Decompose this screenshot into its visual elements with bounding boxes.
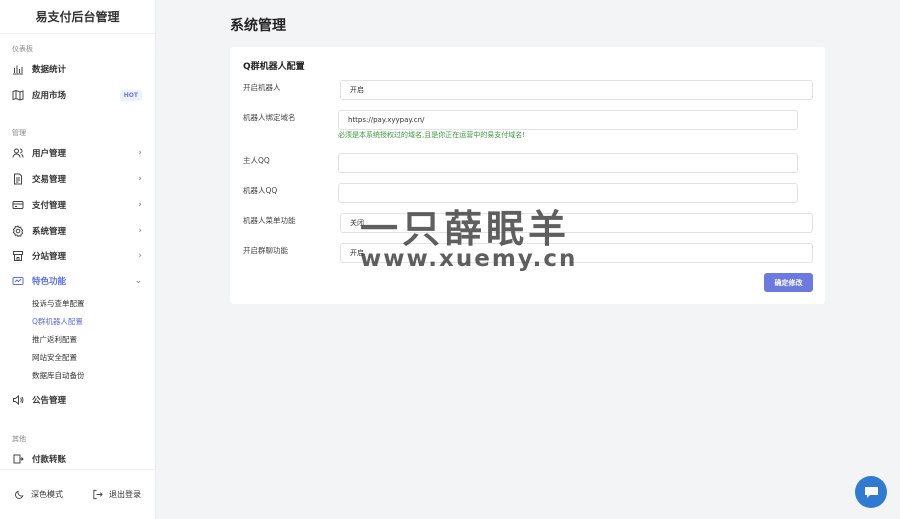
submenu-item-rebate[interactable]: 推广返利配置 bbox=[32, 334, 77, 345]
sidebar-item-special[interactable]: 特色功能 ⌄ bbox=[0, 270, 156, 292]
sidebar-item-label: 分站管理 bbox=[32, 252, 67, 262]
sidebar-item-label: 支付管理 bbox=[32, 201, 67, 211]
feature-icon bbox=[12, 275, 24, 287]
sidebar: 易支付后台管理 仪表板 数据统计 应用市场 HOT 管理 用户管理 › 交易管理… bbox=[0, 0, 156, 519]
moon-icon bbox=[15, 490, 24, 499]
chevron-right-icon: › bbox=[138, 226, 142, 236]
enable-bot-label: 开启机器人 bbox=[243, 83, 281, 92]
sidebar-item-stats[interactable]: 数据统计 bbox=[0, 58, 156, 80]
chat-button[interactable] bbox=[855, 476, 887, 508]
sidebar-item-label: 付款转账 bbox=[32, 455, 67, 465]
group-chat-label: 开启群聊功能 bbox=[243, 246, 288, 255]
bot-menu-label: 机器人菜单功能 bbox=[243, 216, 296, 225]
domain-hint: 必须是本系统授权过的域名,且是你正在运营中的易支付域名! bbox=[338, 131, 526, 139]
submit-button[interactable]: 确定修改 bbox=[764, 273, 813, 292]
dark-mode-label: 深色模式 bbox=[31, 490, 63, 499]
chevron-right-icon: › bbox=[138, 174, 142, 184]
speaker-icon bbox=[12, 394, 24, 406]
credit-card-icon bbox=[12, 199, 24, 211]
sidebar-item-transfer[interactable]: 付款转账 bbox=[0, 448, 156, 470]
sidebar-item-notice[interactable]: 公告管理 bbox=[0, 389, 156, 411]
sidebar-item-label: 用户管理 bbox=[32, 149, 67, 159]
submenu-item-security[interactable]: 网站安全配置 bbox=[32, 352, 77, 363]
page-title: 系统管理 bbox=[230, 18, 286, 34]
sidebar-item-trade[interactable]: 交易管理 › bbox=[0, 168, 156, 190]
watermark-title: 一只薛眠羊 bbox=[360, 207, 571, 251]
section-label-dashboard: 仪表板 bbox=[12, 45, 33, 53]
section-label-other: 其他 bbox=[12, 435, 26, 443]
owner-qq-input[interactable] bbox=[338, 153, 798, 173]
chevron-right-icon: › bbox=[138, 148, 142, 158]
chat-icon bbox=[864, 486, 878, 498]
transfer-icon bbox=[12, 453, 24, 465]
document-icon bbox=[12, 173, 24, 185]
submenu-item-complaint[interactable]: 投诉与查单配置 bbox=[32, 298, 85, 309]
sidebar-item-label: 数据统计 bbox=[32, 65, 67, 75]
sidebar-item-pay[interactable]: 支付管理 › bbox=[0, 194, 156, 216]
sidebar-item-market[interactable]: 应用市场 HOT bbox=[0, 84, 156, 106]
bar-chart-icon bbox=[12, 63, 24, 75]
sidebar-item-label: 交易管理 bbox=[32, 175, 67, 185]
bind-domain-input[interactable]: https://pay.xyypay.cn/ bbox=[338, 110, 798, 130]
logout-label: 退出登录 bbox=[109, 490, 141, 499]
sidebar-item-label: 公告管理 bbox=[32, 396, 67, 406]
enable-bot-select[interactable]: 开启 bbox=[340, 80, 813, 100]
sidebar-item-label: 系统管理 bbox=[32, 227, 67, 237]
logout-button[interactable]: 退出登录 bbox=[92, 489, 141, 500]
brand-title: 易支付后台管理 bbox=[0, 0, 155, 34]
sidebar-item-branch[interactable]: 分站管理 › bbox=[0, 245, 156, 267]
section-label-manage: 管理 bbox=[12, 129, 26, 137]
bot-qq-label: 机器人QQ bbox=[243, 186, 278, 195]
watermark-url: www.xuemy.cn bbox=[360, 246, 578, 272]
sidebar-footer: 深色模式 退出登录 bbox=[0, 469, 156, 519]
chevron-right-icon: › bbox=[138, 251, 142, 261]
users-icon bbox=[12, 147, 24, 159]
logout-icon bbox=[93, 489, 103, 500]
sidebar-item-users[interactable]: 用户管理 › bbox=[0, 142, 156, 164]
chevron-down-icon: ⌄ bbox=[134, 276, 142, 286]
dark-mode-button[interactable]: 深色模式 bbox=[14, 489, 63, 500]
sidebar-item-label: 特色功能 bbox=[32, 277, 67, 287]
gear-icon bbox=[12, 225, 24, 237]
submenu-item-backup[interactable]: 数据库自动备份 bbox=[32, 370, 85, 381]
sidebar-item-system[interactable]: 系统管理 › bbox=[0, 220, 156, 242]
hot-badge: HOT bbox=[119, 89, 142, 101]
card-title: Q群机器人配置 bbox=[243, 62, 305, 72]
store-icon bbox=[12, 250, 24, 262]
map-icon bbox=[12, 89, 24, 101]
chevron-right-icon: › bbox=[138, 200, 142, 210]
bind-domain-label: 机器人绑定域名 bbox=[243, 113, 296, 122]
submenu-item-qq-bot[interactable]: Q群机器人配置 bbox=[32, 316, 83, 327]
sidebar-item-label: 应用市场 bbox=[32, 91, 67, 101]
owner-qq-label: 主人QQ bbox=[243, 156, 270, 165]
